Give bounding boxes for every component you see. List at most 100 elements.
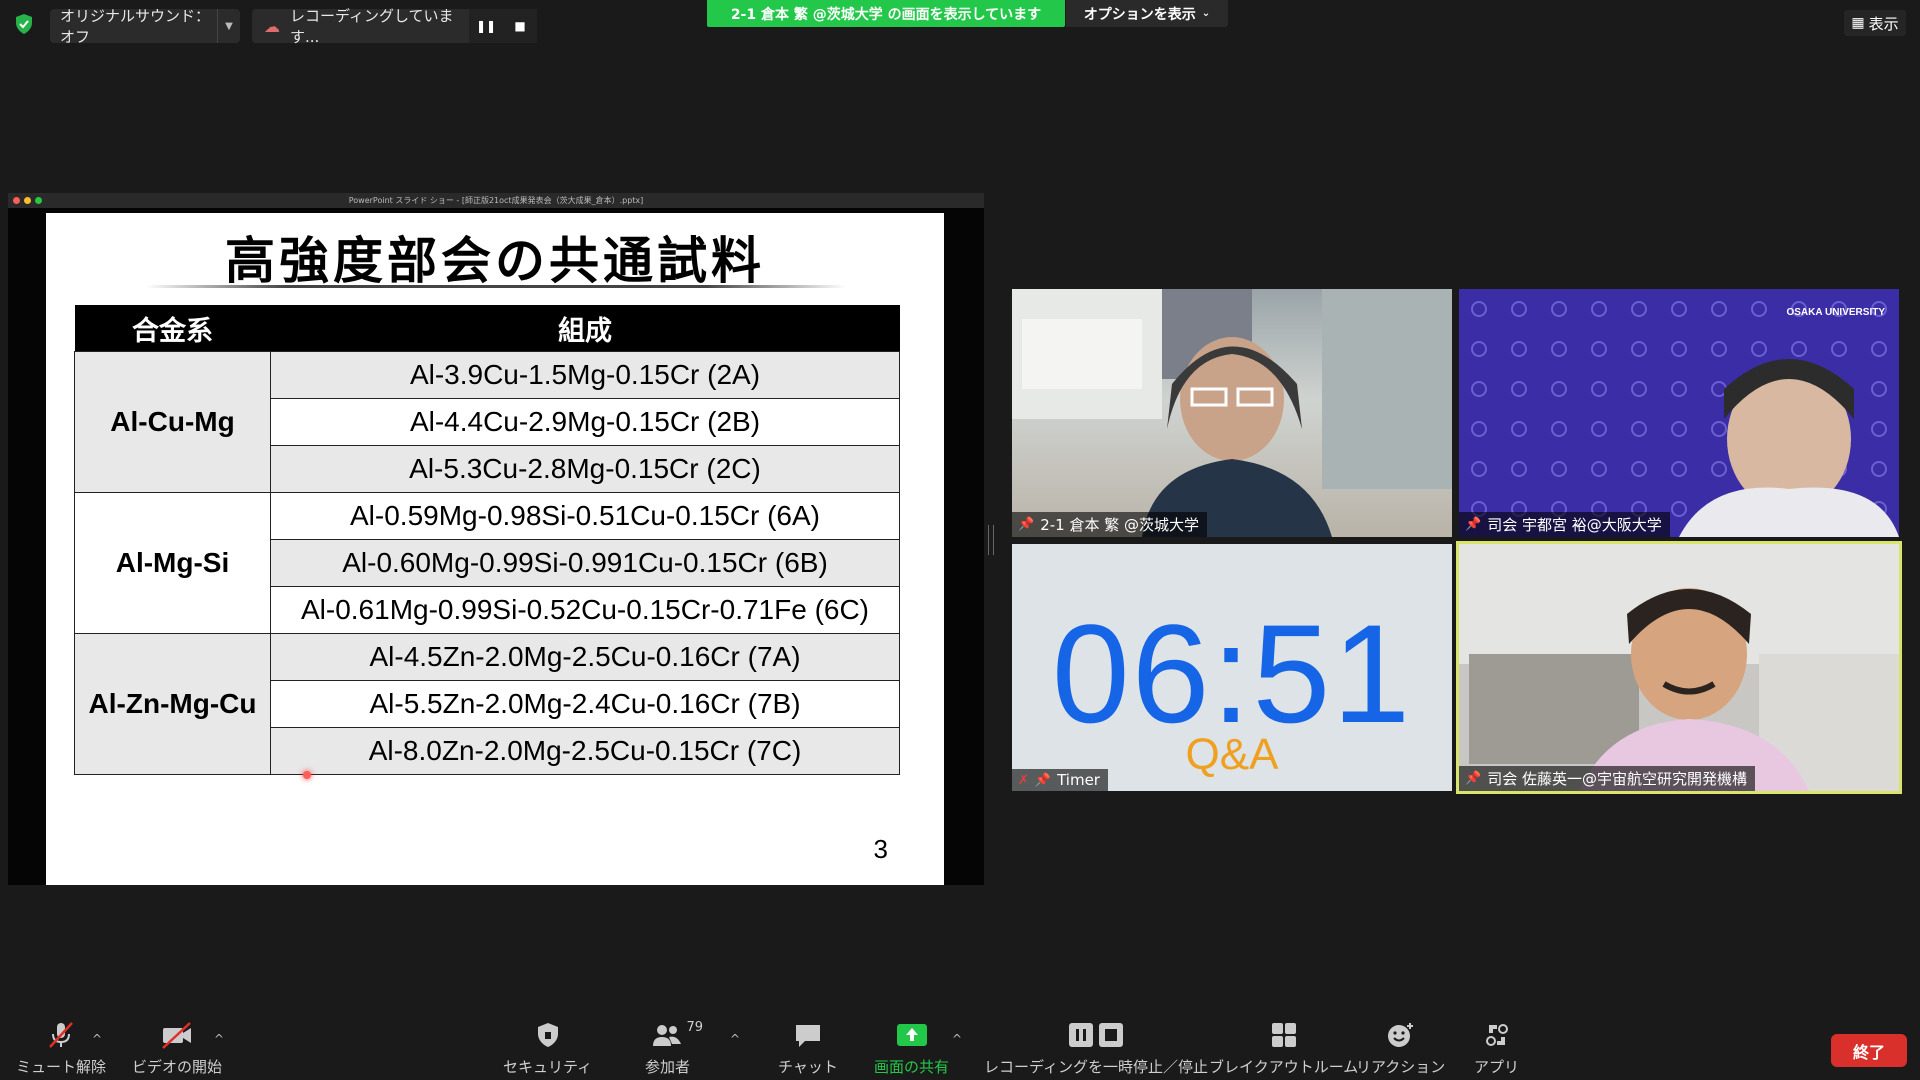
video-options-caret-icon[interactable]: ^	[214, 1032, 224, 1046]
participant-name-tag: 📌 2-1 倉本 繁 @茨城大学	[1012, 512, 1207, 537]
participants-label: 参加者	[645, 1058, 691, 1076]
apps-icon	[1483, 1020, 1511, 1050]
view-options-label: オプションを表示	[1083, 6, 1196, 23]
participants-button[interactable]: 79 参加者	[645, 1020, 703, 1077]
composition-cell: Al-4.5Zn-2.0Mg-2.5Cu-0.16Cr (7A)	[270, 633, 900, 681]
recording-control-label: レコーディングを一時停止／停止	[984, 1058, 1208, 1076]
table-header-row: 合金系 組成	[74, 305, 900, 352]
reactions-label: リアクション	[1356, 1058, 1446, 1076]
alloy-group-cell: Al-Mg-Si	[74, 492, 271, 634]
participants-count: 79	[686, 1020, 704, 1035]
header-composition: 組成	[270, 305, 900, 352]
composition-cell: Al-0.60Mg-0.99Si-0.991Cu-0.15Cr (6B)	[270, 539, 900, 587]
pin-icon: 📌	[1465, 517, 1482, 532]
title-underline	[146, 285, 846, 288]
breakout-rooms-label: ブレイクアウトルーム	[1209, 1058, 1359, 1076]
share-screen-button[interactable]: 画面の共有	[874, 1020, 949, 1077]
reactions-button[interactable]: リアクション	[1356, 1020, 1445, 1077]
stop-recording-button[interactable]: ■	[503, 9, 537, 43]
presentation-slide: 高強度部会の共通試料 合金系 組成 Al-Cu-Mg Al-3.9Cu-1.5M…	[46, 213, 944, 885]
original-sound-label: オリジナルサウンド：オフ	[60, 7, 211, 46]
apps-button[interactable]: アプリ	[1474, 1020, 1519, 1077]
participant-name-tag: 📌 司会 佐藤英一@宇宙航空研究開発機構	[1459, 766, 1755, 791]
view-options-button[interactable]: オプションを表示 ⌄	[1066, 0, 1228, 27]
breakout-rooms-icon	[1270, 1020, 1298, 1050]
security-label: セキュリティ	[503, 1058, 593, 1076]
participant-name: 司会 佐藤英一@宇宙航空研究開発機構	[1487, 770, 1747, 788]
unmute-label: ミュート解除	[16, 1058, 107, 1076]
participant-name: 司会 宇都宮 裕@大阪大学	[1487, 516, 1662, 534]
security-shield-icon	[16, 14, 32, 34]
maximize-dot-icon	[35, 197, 42, 204]
grid-icon: ▦	[1851, 15, 1865, 31]
unmute-button[interactable]: ミュート解除	[16, 1020, 106, 1077]
shared-window-titlebar: PowerPoint スライド ショー - [師正版21oct成果発表会（茨大成…	[8, 193, 984, 208]
screen-share-banner: 2-1 倉本 繁 @茨城大学 の画面を表示しています	[707, 0, 1065, 27]
composition-cell: Al-5.3Cu-2.8Mg-0.15Cr (2C)	[270, 445, 900, 493]
composition-cell: Al-0.59Mg-0.98Si-0.51Cu-0.15Cr (6A)	[270, 492, 900, 540]
share-screen-label: 画面の共有	[874, 1058, 950, 1076]
pause-recording-button[interactable]: ❚❚	[469, 9, 503, 43]
composition-cell: Al-4.4Cu-2.9Mg-0.15Cr (2B)	[270, 398, 900, 446]
composition-cell: Al-0.61Mg-0.99Si-0.52Cu-0.15Cr-0.71Fe (6…	[270, 586, 900, 634]
composition-cell: Al-3.9Cu-1.5Mg-0.15Cr (2A)	[270, 351, 900, 399]
smiley-plus-icon	[1386, 1020, 1416, 1050]
chat-bubble-icon	[793, 1020, 823, 1050]
participant-name: Timer	[1057, 771, 1100, 789]
video-tile-sato-active-speaker[interactable]: 📌 司会 佐藤英一@宇宙航空研究開発機構	[1456, 541, 1902, 794]
participant-video	[1459, 544, 1899, 791]
shield-icon	[535, 1020, 561, 1050]
pause-stop-icon	[1067, 1020, 1125, 1050]
start-video-label: ビデオの開始	[132, 1058, 223, 1076]
chevron-down-icon[interactable]: ▼	[217, 9, 240, 43]
alloy-group-cell: Al-Cu-Mg	[74, 351, 271, 493]
header-alloy-system: 合金系	[74, 305, 271, 352]
alloy-table: 合金系 組成 Al-Cu-Mg Al-3.9Cu-1.5Mg-0.15Cr (2…	[74, 305, 900, 775]
recording-control-button[interactable]: レコーディングを一時停止／停止	[984, 1020, 1208, 1077]
participant-video	[1012, 289, 1452, 537]
table-row: Al-Mg-Si Al-0.59Mg-0.98Si-0.51Cu-0.15Cr …	[74, 492, 900, 634]
end-meeting-button[interactable]: 終了	[1831, 1034, 1907, 1067]
chevron-down-icon: ⌄	[1201, 8, 1211, 19]
mic-muted-icon: ✗	[1018, 772, 1029, 788]
participant-name: 2-1 倉本 繁 @茨城大学	[1040, 516, 1199, 534]
video-tile-utsunomiya[interactable]: OSAKA UNIVERSITY 📌 司会 宇都宮 裕@大阪大学	[1459, 289, 1899, 537]
window-controls	[13, 197, 42, 204]
video-tile-timer[interactable]: 06:51 Q&A ✗ 📌 Timer	[1012, 544, 1452, 791]
security-button[interactable]: セキュリティ	[503, 1020, 592, 1077]
breakout-rooms-button[interactable]: ブレイクアウトルーム	[1209, 1020, 1358, 1077]
shared-window-title: PowerPoint スライド ショー - [師正版21oct成果発表会（茨大成…	[348, 196, 644, 205]
meeting-toolbar: ミュート解除 ^ ビデオの開始 ^ セキュリティ 79 参加者 ^ チャット 画…	[0, 1008, 1920, 1080]
slide-page-number: 3	[873, 834, 888, 864]
table-row: Al-Zn-Mg-Cu Al-4.5Zn-2.0Mg-2.5Cu-0.16Cr …	[74, 633, 900, 775]
share-screen-icon	[895, 1020, 929, 1050]
apps-label: アプリ	[1474, 1058, 1520, 1076]
share-options-caret-icon[interactable]: ^	[952, 1032, 962, 1046]
participant-name-tag: ✗ 📌 Timer	[1012, 769, 1108, 791]
composition-cell: Al-8.0Zn-2.0Mg-2.5Cu-0.15Cr (7C)	[270, 727, 900, 775]
original-sound-toggle[interactable]: オリジナルサウンド：オフ ▼	[50, 7, 240, 46]
osaka-university-logo: OSAKA UNIVERSITY	[1786, 307, 1885, 318]
start-video-button[interactable]: ビデオの開始	[132, 1020, 222, 1077]
alloy-group-cell: Al-Zn-Mg-Cu	[74, 633, 271, 775]
minimize-dot-icon	[24, 197, 31, 204]
audio-options-caret-icon[interactable]: ^	[92, 1032, 102, 1046]
close-dot-icon	[13, 197, 20, 204]
participant-name-tag: 📌 司会 宇都宮 裕@大阪大学	[1459, 512, 1670, 537]
table-row: Al-Cu-Mg Al-3.9Cu-1.5Mg-0.15Cr (2A)	[74, 351, 900, 493]
chat-button[interactable]: チャット	[778, 1020, 838, 1077]
timer-countdown: 06:51	[1051, 595, 1413, 752]
view-layout-label: 表示	[1868, 14, 1899, 33]
pin-icon: 📌	[1465, 771, 1482, 786]
recording-indicator: ☁ レコーディングしています... ❚❚ ■	[252, 7, 537, 46]
shared-screen: PowerPoint スライド ショー - [師正版21oct成果発表会（茨大成…	[8, 193, 984, 885]
participant-video	[1459, 289, 1899, 537]
slide-title: 高強度部会の共通試料	[225, 231, 765, 290]
split-resize-handle[interactable]	[988, 525, 994, 555]
mic-muted-icon	[46, 1020, 76, 1050]
participants-caret-icon[interactable]: ^	[730, 1032, 740, 1046]
pin-icon: 📌	[1018, 517, 1035, 532]
video-tile-kuramoto[interactable]: 📌 2-1 倉本 繁 @茨城大学	[1012, 289, 1452, 537]
view-layout-button[interactable]: ▦ 表示	[1844, 10, 1906, 36]
pin-icon: 📌	[1034, 772, 1052, 788]
